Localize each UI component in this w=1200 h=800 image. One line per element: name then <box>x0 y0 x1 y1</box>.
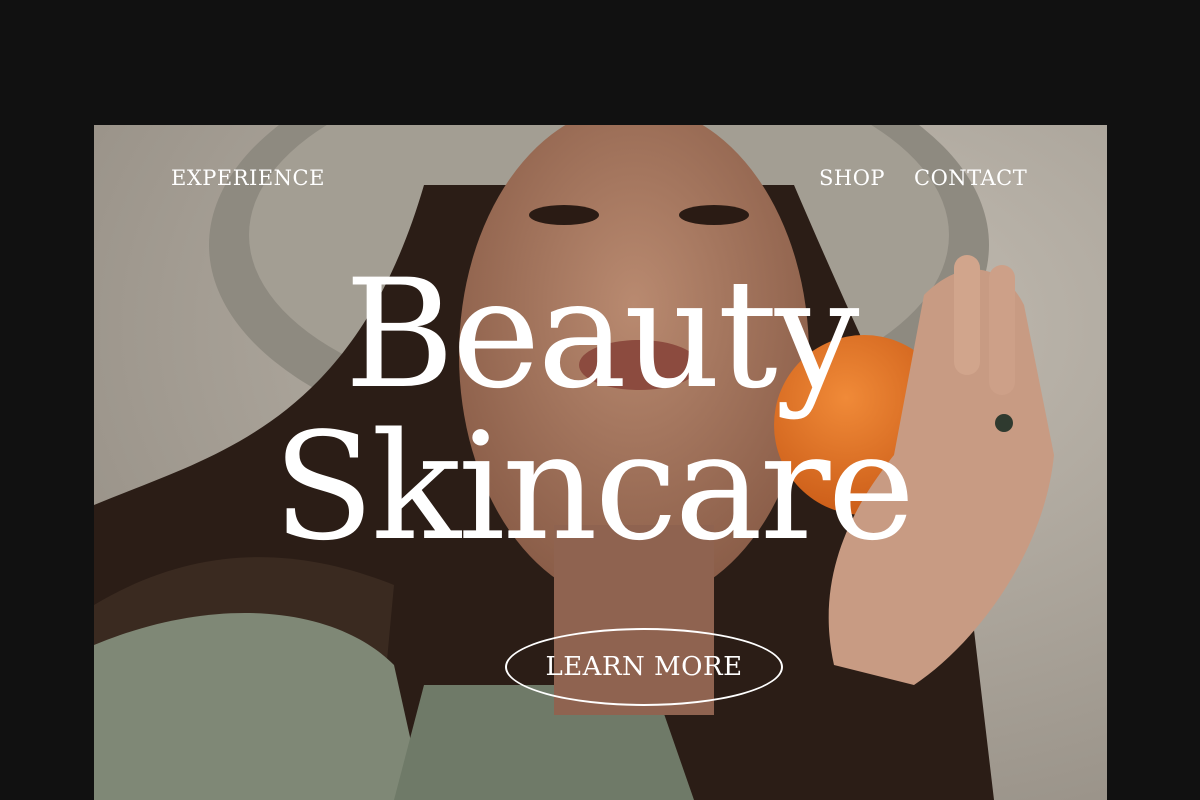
hero-banner: EXPERIENCE SHOP CONTACT Beauty Skincare … <box>94 125 1107 800</box>
nav-contact-link[interactable]: CONTACT <box>914 166 1027 190</box>
headline-line-1: Beauty <box>344 248 859 422</box>
learn-more-label: LEARN MORE <box>545 652 743 682</box>
learn-more-button[interactable]: LEARN MORE <box>505 628 783 706</box>
headline-line-2: Skincare <box>272 401 915 573</box>
nav-shop-link[interactable]: SHOP <box>819 166 885 190</box>
nav-experience-link[interactable]: EXPERIENCE <box>171 166 325 190</box>
